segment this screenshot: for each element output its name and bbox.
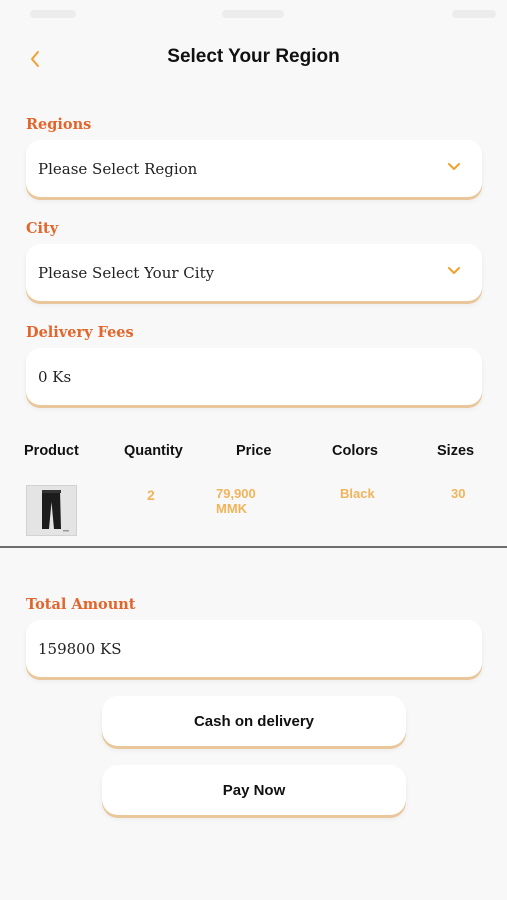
quantity-value: 2: [147, 487, 155, 503]
pay-now-button[interactable]: Pay Now: [102, 765, 406, 815]
delivery-fees-value: 0 Ks: [38, 367, 72, 386]
status-bar-carrier: [30, 10, 76, 18]
region-dropdown[interactable]: Please Select Region: [26, 140, 482, 197]
status-bar-battery: [452, 10, 496, 18]
column-header-quantity: Quantity: [124, 443, 183, 459]
delivery-fees-label: Delivery Fees: [26, 324, 134, 341]
column-header-colors: Colors: [332, 443, 378, 459]
cash-on-delivery-button[interactable]: Cash on delivery: [102, 696, 406, 746]
price-currency: MMK: [216, 501, 248, 516]
city-label: City: [26, 220, 59, 237]
status-bar: [0, 0, 507, 28]
size-value: 30: [451, 486, 466, 501]
chevron-down-icon: [448, 267, 460, 274]
product-thumbnail[interactable]: [26, 485, 77, 536]
page-title: Select Your Region: [167, 46, 340, 67]
color-value: Black: [340, 486, 375, 501]
column-header-price: Price: [236, 443, 272, 459]
regions-label: Regions: [26, 116, 92, 133]
black-pants-image: [27, 486, 76, 535]
city-dropdown-value: Please Select Your City: [38, 263, 215, 282]
total-amount-value: 159800 KS: [38, 639, 122, 658]
chevron-down-icon: [448, 163, 460, 170]
status-bar-time: [222, 10, 284, 18]
city-dropdown[interactable]: Please Select Your City: [26, 244, 482, 301]
price-amount: 79,900: [216, 486, 256, 501]
total-amount-field: 159800 KS: [26, 620, 482, 677]
delivery-fees-field: 0 Ks: [26, 348, 482, 405]
column-header-product: Product: [24, 443, 79, 459]
region-dropdown-value: Please Select Region: [38, 159, 198, 178]
checkout-region-screen: Select Your Region Regions Please Select…: [0, 0, 507, 900]
divider: [0, 546, 507, 548]
column-header-sizes: Sizes: [437, 443, 475, 459]
total-amount-label: Total Amount: [26, 596, 136, 613]
price-value: 79,900 MMK: [216, 486, 256, 516]
